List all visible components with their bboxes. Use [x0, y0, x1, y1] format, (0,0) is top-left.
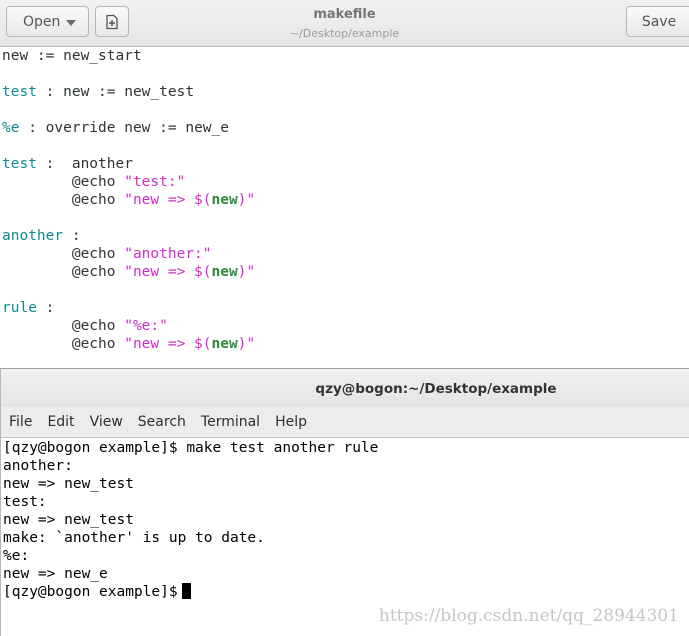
menu-item-edit[interactable]: Edit	[47, 414, 74, 430]
code-token: )"	[237, 192, 256, 208]
code-line: test : another	[0, 155, 689, 173]
code-token: :	[63, 228, 81, 244]
code-line: new := new_start	[0, 47, 689, 65]
code-line: another :	[0, 227, 689, 245]
code-token: @echo	[2, 318, 125, 334]
watermark: https://blog.csdn.net/qq_28944301	[378, 606, 679, 626]
code-token: "test:"	[124, 174, 186, 190]
menu-item-view[interactable]: View	[90, 414, 123, 430]
code-token: "new => $(	[124, 264, 212, 280]
code-token: another	[2, 228, 64, 244]
code-line: @echo "another:"	[0, 245, 689, 263]
menu-item-help[interactable]: Help	[275, 414, 307, 430]
code-line: test : new := new_test	[0, 83, 689, 101]
code-token: : new := new_test	[36, 84, 195, 100]
terminal-prompt: [qzy@bogon example]$	[3, 584, 178, 600]
code-editor[interactable]: new := new_starttest : new := new_test %e…	[0, 47, 689, 365]
code-token: "new => $(	[124, 336, 212, 352]
code-token: @echo	[2, 246, 125, 262]
terminal-line: new => new_test	[3, 512, 134, 528]
code-line: @echo "new => $(new)"	[0, 335, 689, 353]
code-token: test	[2, 156, 37, 172]
terminal-line: make: `another' is up to date.	[3, 530, 265, 546]
code-line: %e : override new := new_e	[0, 119, 689, 137]
code-token: new := new_start	[2, 48, 142, 64]
terminal-menubar: File Edit View Search Terminal Help	[1, 407, 689, 438]
code-token: :	[36, 300, 55, 316]
terminal-output[interactable]: [qzy@bogon example]$ make test another r…	[3, 439, 688, 601]
gedit-header-bar: Open makefile ~/Desktop/example Save	[0, 0, 689, 47]
code-token: : override new := new_e	[19, 120, 229, 136]
code-token: @echo	[2, 336, 125, 352]
code-token: new	[211, 336, 238, 352]
code-line: @echo "%e:"	[0, 317, 689, 335]
terminal-line: new => new_test	[3, 476, 134, 492]
terminal-title: qzy@bogon:~/Desktop/example	[315, 381, 557, 397]
code-token: "%e:"	[124, 318, 168, 334]
menu-item-file[interactable]: File	[9, 414, 32, 430]
code-token: @echo	[2, 174, 125, 190]
code-token: @echo	[2, 264, 125, 280]
terminal-line: test:	[3, 494, 47, 510]
code-token: : another	[36, 156, 133, 172]
terminal-line: %e:	[3, 548, 30, 564]
code-token: )"	[237, 336, 256, 352]
code-line: rule :	[0, 299, 689, 317]
terminal-window: qzy@bogon:~/Desktop/example File Edit View…	[0, 368, 689, 636]
code-token: "new => $(	[124, 192, 212, 208]
code-token: "another:"	[124, 246, 212, 262]
terminal-line: new => new_e	[3, 566, 108, 582]
code-token: new	[211, 264, 238, 280]
code-line: @echo "new => $(new)"	[0, 191, 689, 209]
code-token: )"	[237, 264, 256, 280]
save-button-label: Save	[641, 13, 677, 30]
code-token: %e	[2, 120, 20, 136]
menu-item-search[interactable]: Search	[138, 414, 186, 430]
gedit-window: Open makefile ~/Desktop/example Save new…	[0, 0, 689, 366]
menu-item-terminal[interactable]: Terminal	[201, 414, 260, 430]
code-line: @echo "new => $(new)"	[0, 263, 689, 281]
save-button[interactable]: Save	[626, 6, 689, 37]
terminal-cursor	[181, 583, 191, 599]
code-token: test	[2, 84, 37, 100]
document-title: makefile	[313, 7, 376, 22]
terminal-prompt-line: [qzy@bogon example]$	[3, 583, 688, 601]
code-token: new	[211, 192, 238, 208]
terminal-line: another:	[3, 458, 73, 474]
terminal-titlebar[interactable]: qzy@bogon:~/Desktop/example	[1, 369, 689, 407]
document-path: ~/Desktop/example	[289, 27, 400, 40]
code-token: rule	[2, 300, 37, 316]
code-token: @echo	[2, 192, 125, 208]
code-line: @echo "test:"	[0, 173, 689, 191]
terminal-line: [qzy@bogon example]$ make test another r…	[3, 440, 379, 456]
